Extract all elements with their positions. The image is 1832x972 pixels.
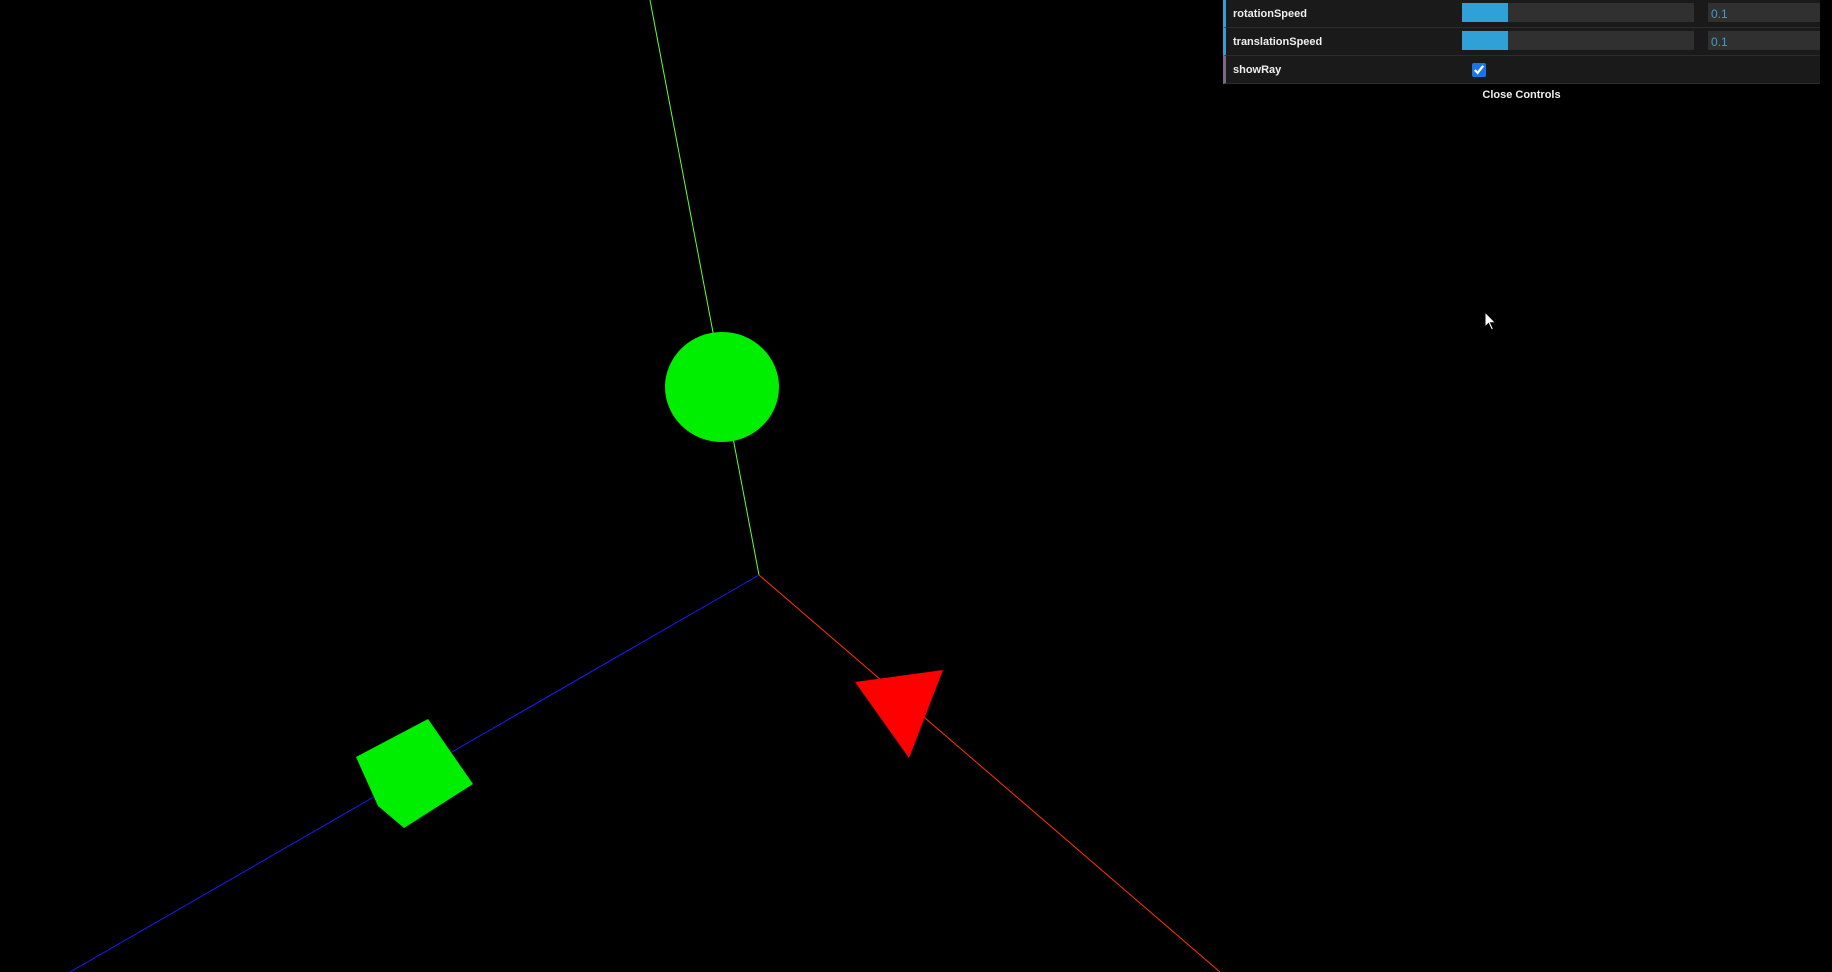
- translation-speed-slider[interactable]: [1462, 31, 1694, 50]
- rotation-speed-slider-fill: [1462, 3, 1509, 22]
- mouse-cursor-icon: [1484, 311, 1497, 331]
- show-ray-label: showRay: [1233, 64, 1282, 76]
- show-ray-row: showRay: [1223, 56, 1820, 84]
- rotation-speed-row: rotationSpeed: [1223, 0, 1820, 28]
- 3d-viewport[interactable]: [0, 0, 1832, 972]
- controls-panel: rotationSpeed translationSpeed showRay C…: [1223, 0, 1820, 106]
- translation-speed-slider-fill: [1462, 31, 1509, 50]
- translation-speed-row: translationSpeed: [1223, 28, 1820, 56]
- translation-speed-input[interactable]: [1708, 31, 1820, 50]
- close-controls-button[interactable]: Close Controls: [1223, 84, 1820, 106]
- rotation-speed-input[interactable]: [1708, 3, 1820, 22]
- green-sphere[interactable]: [665, 332, 779, 442]
- show-ray-checkbox[interactable]: [1472, 63, 1486, 77]
- translation-speed-label: translationSpeed: [1233, 36, 1323, 48]
- scene-background: [0, 0, 1832, 972]
- rotation-speed-slider[interactable]: [1462, 3, 1694, 22]
- rotation-speed-label: rotationSpeed: [1233, 8, 1307, 20]
